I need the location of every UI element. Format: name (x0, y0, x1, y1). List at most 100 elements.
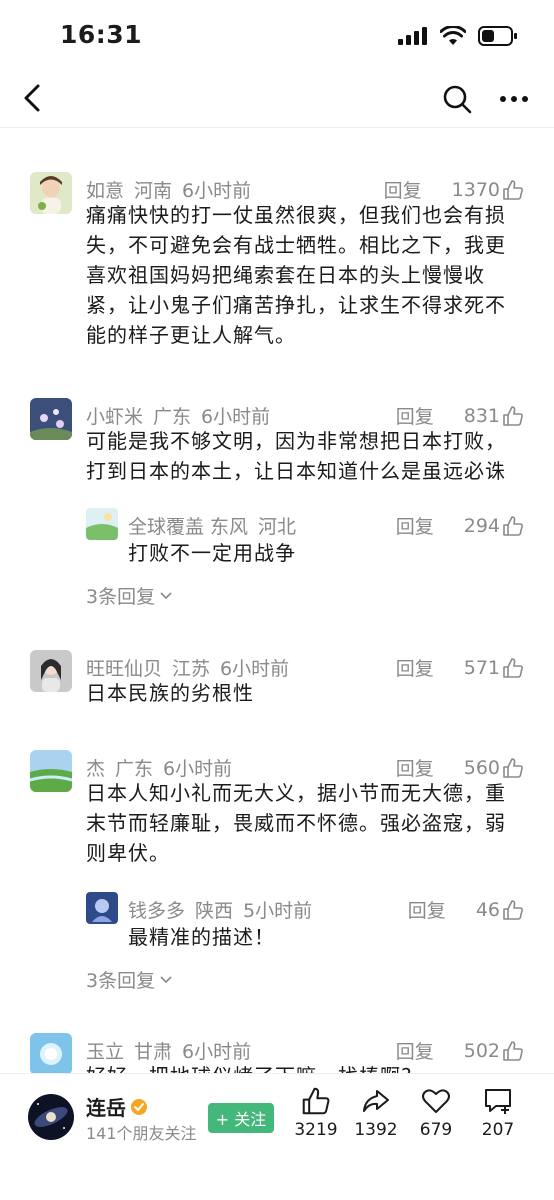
comment-line: 喜欢祖国妈妈把绳索套在日本的头上慢慢收 (86, 263, 485, 287)
comment-total: 207 (481, 1120, 515, 1140)
more-options-icon[interactable] (498, 84, 530, 114)
reply-button[interactable]: 回复 (396, 1037, 434, 1064)
reply-button[interactable]: 回复 (396, 754, 434, 781)
avatar[interactable] (30, 750, 72, 792)
comment-location: 江苏 (172, 658, 211, 680)
author-avatar[interactable] (28, 1094, 74, 1140)
sub-reply-username[interactable]: 全球覆盖 东风 (128, 516, 248, 538)
verified-badge-icon (131, 1098, 147, 1115)
comment-line: 能的样子更让人解气。 (86, 323, 296, 347)
like-count: 502 (463, 1039, 500, 1062)
sub-reply-actions: 回复 46 (408, 896, 524, 923)
thumbs-up-icon[interactable] (502, 515, 524, 537)
comment-line: 痛痛快快的打一仗虽然很爽，但我们也会有损 (86, 203, 506, 227)
comment-text: 可能是我不够文明，因为非常想把日本打败， 打到日本的本土，让日本知道什么是虽远必… (86, 426, 526, 486)
comment-line: 日本民族的劣根性 (86, 681, 254, 705)
comment-time: 6小时前 (163, 758, 233, 780)
like-count: 831 (463, 404, 500, 427)
comment-line: 则卑伏。 (86, 841, 170, 865)
thumbs-up-icon[interactable] (502, 1040, 524, 1062)
cellular-signal-icon (398, 27, 427, 45)
reply-button[interactable]: 回复 (396, 512, 434, 539)
author-name[interactable]: 连岳 (86, 1092, 148, 1121)
status-bar: 16:31 (0, 0, 554, 70)
comment-text: 好好，把地球仪烤了下嘛，找棒啊? (86, 1061, 526, 1073)
comment-text: 日本人知小礼而无大义，据小节而无大德，重 末节而轻廉耻，畏威而不怀德。强必盗寇，… (86, 778, 526, 868)
sub-reply-username[interactable]: 钱多多 (128, 900, 185, 922)
comment-location: 广东 (115, 758, 154, 780)
comment-location: 河南 (134, 180, 173, 202)
more-replies-label: 3条回复 (86, 970, 156, 992)
battery-icon (478, 26, 517, 46)
sub-reply-actions: 回复 294 (396, 512, 524, 539)
more-replies-button[interactable]: 3条回复 (86, 582, 173, 609)
add-comment-icon (485, 1089, 511, 1114)
search-icon[interactable] (442, 84, 472, 114)
comment-text: 日本民族的劣根性 (86, 678, 526, 708)
comment-line: 打到日本的本土，让日本知道什么是虽远必诛 (86, 459, 506, 483)
follow-button[interactable]: + 关注 (208, 1103, 274, 1133)
comment-username[interactable]: 如意 (86, 180, 124, 202)
comment-username[interactable]: 小虾米 (86, 406, 143, 428)
sub-reply-text: 最精准的描述！ (128, 925, 275, 949)
reply-button[interactable]: 回复 (396, 654, 434, 681)
share-stat[interactable]: 1392 (346, 1086, 406, 1140)
thumbs-up-icon[interactable] (502, 899, 524, 921)
comment-time: 6小时前 (182, 1041, 252, 1063)
favorite-stat[interactable]: 679 (406, 1086, 466, 1140)
thumbs-up-icon[interactable] (502, 757, 524, 779)
comment-username[interactable]: 杰 (86, 758, 105, 780)
sub-reply-meta: 全球覆盖 东风 河北 (128, 512, 306, 539)
heart-icon (422, 1089, 450, 1113)
like-stat[interactable]: 3219 (286, 1086, 346, 1140)
reply-button[interactable]: 回复 (396, 402, 434, 429)
comment-meta: 小虾米 广东 6小时前 (86, 402, 280, 429)
comment-line: 失，不可避免会有战士牺牲。相比之下，我更 (86, 233, 506, 257)
like-total: 3219 (294, 1120, 338, 1140)
thumbs-up-icon[interactable] (502, 405, 524, 427)
nav-bar (0, 70, 554, 128)
like-count: 571 (463, 656, 500, 679)
avatar[interactable] (86, 508, 118, 540)
more-replies-button[interactable]: 3条回复 (86, 966, 173, 993)
author-name-text: 连岳 (86, 1096, 126, 1120)
comment-stat[interactable]: 207 (468, 1086, 528, 1140)
comment-username[interactable]: 旺旺仙贝 (86, 658, 162, 680)
comment-list[interactable]: 如意 河南 6小时前 回复 1370 痛痛快快的打一仗虽然很爽，但我们也会有损 失，… (0, 128, 554, 1073)
sub-reply-location: 陕西 (195, 900, 234, 922)
chevron-down-icon (160, 591, 172, 599)
comment-meta: 旺旺仙贝 江苏 6小时前 (86, 654, 299, 681)
like-count: 46 (475, 898, 500, 921)
avatar[interactable] (30, 1033, 72, 1073)
avatar[interactable] (86, 892, 118, 924)
share-total: 1392 (354, 1120, 398, 1140)
sub-reply-meta: 钱多多 陕西 5小时前 (128, 896, 322, 923)
comment-line: 日本人知小礼而无大义，据小节而无大德，重 (86, 781, 506, 805)
author-followers-note: 141个朋友关注 (86, 1124, 197, 1143)
back-arrow-icon[interactable] (18, 82, 48, 114)
comment-username[interactable]: 玉立 (86, 1041, 124, 1063)
reply-button[interactable]: 回复 (384, 176, 422, 203)
comment-location: 广东 (153, 406, 192, 428)
comment-meta: 如意 河南 6小时前 (86, 176, 261, 203)
thumbs-up-icon[interactable] (502, 179, 524, 201)
like-count: 1370 (451, 178, 500, 201)
sub-reply-location: 河北 (258, 516, 297, 538)
chevron-down-icon (160, 975, 172, 983)
comment-location: 甘肃 (134, 1041, 173, 1063)
like-count: 294 (463, 514, 500, 537)
comment-actions: 回复 560 (396, 754, 524, 781)
avatar[interactable] (30, 650, 72, 692)
avatar[interactable] (30, 172, 72, 214)
comment-actions: 回复 1370 (384, 176, 524, 203)
favorite-total: 679 (419, 1120, 453, 1140)
comment-actions: 回复 502 (396, 1037, 524, 1064)
comment-line: 紧，让小鬼子们痛苦挣扎，让求生不得求死不 (86, 293, 506, 317)
comment-text: 痛痛快快的打一仗虽然很爽，但我们也会有损 失，不可避免会有战士牺牲。相比之下，我… (86, 200, 526, 350)
status-icons (398, 26, 518, 46)
reply-button[interactable]: 回复 (408, 896, 446, 923)
comment-actions: 回复 571 (396, 654, 524, 681)
bottom-action-bar: 连岳 141个朋友关注 + 关注 3219 1392 679 207 (0, 1073, 554, 1200)
thumbs-up-icon[interactable] (502, 657, 524, 679)
avatar[interactable] (30, 398, 72, 440)
